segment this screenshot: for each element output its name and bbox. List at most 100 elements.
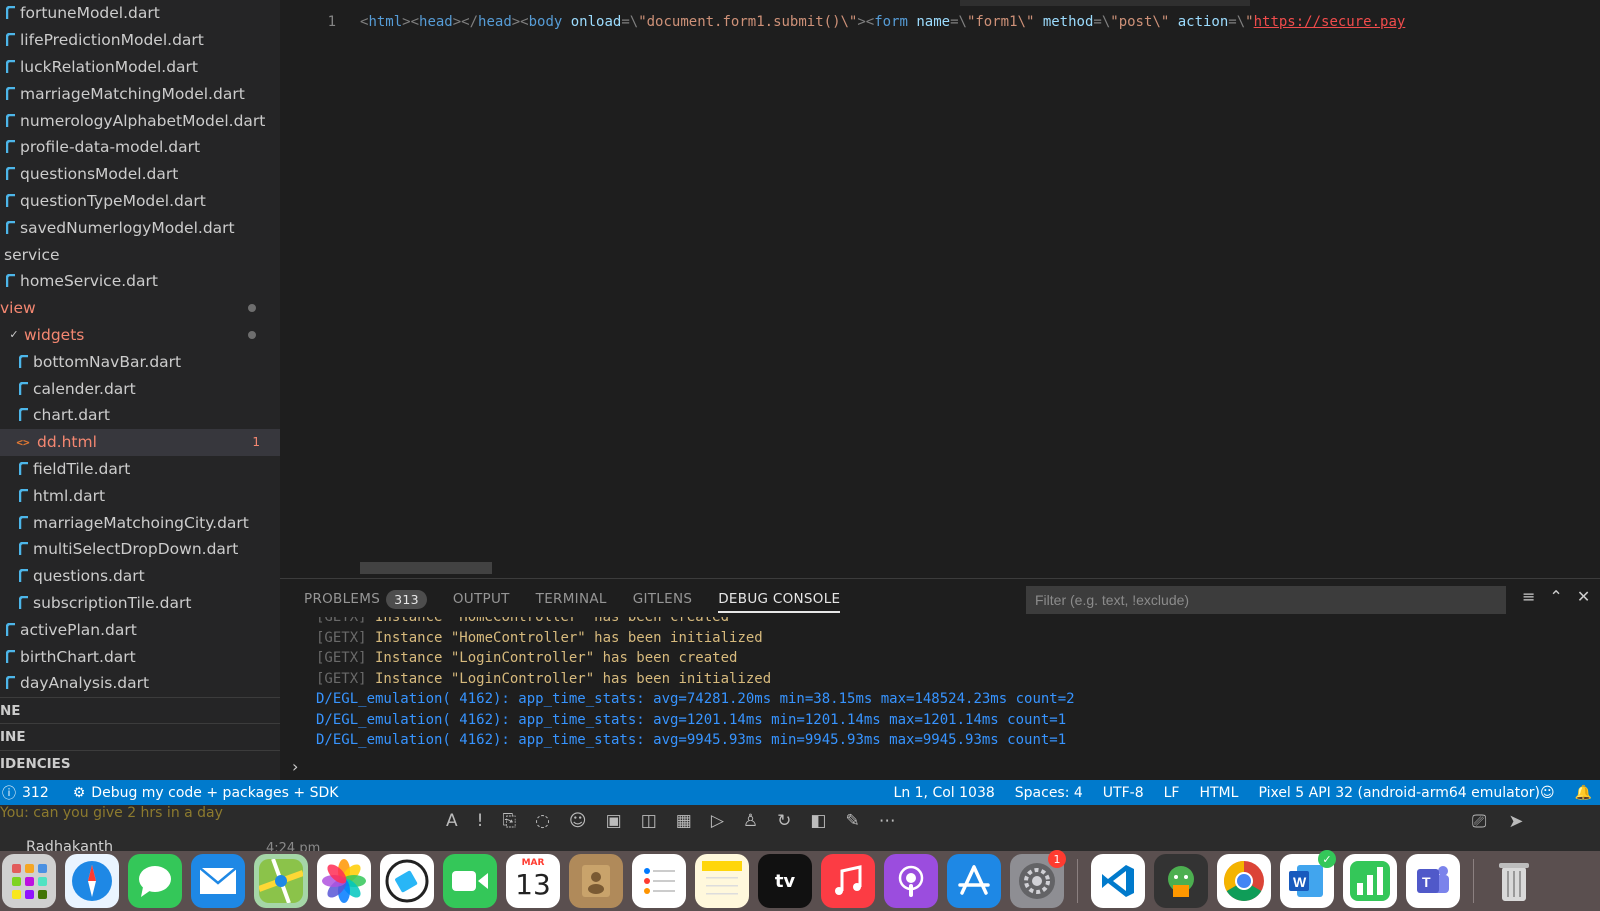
photos-icon[interactable]: [317, 854, 371, 908]
tree-item-marriagematchingmodel-dart[interactable]: marriageMatchingModel.dart: [0, 80, 280, 107]
tree-item-questions-dart[interactable]: questions.dart: [0, 563, 280, 590]
tree-item-fortunemodel-dart[interactable]: fortuneModel.dart: [0, 0, 280, 27]
notes-app-icon[interactable]: [695, 854, 749, 908]
reminders-icon[interactable]: [632, 854, 686, 908]
horizontal-scrollbar[interactable]: [360, 562, 492, 574]
more-icon[interactable]: ⋯: [879, 811, 896, 831]
tree-item-birthchart-dart[interactable]: birthChart.dart: [0, 643, 280, 670]
language-mode[interactable]: HTML: [1199, 785, 1238, 801]
xcode-style-app-icon[interactable]: [380, 854, 434, 908]
chrome-icon[interactable]: [1217, 854, 1271, 908]
filter-input[interactable]: [1035, 592, 1497, 608]
editor-scroll-indicator[interactable]: [960, 0, 1250, 6]
encoding[interactable]: UTF-8: [1103, 785, 1144, 801]
app-store-icon[interactable]: [947, 854, 1001, 908]
tree-item-activeplan-dart[interactable]: activePlan.dart: [0, 616, 280, 643]
contacts-icon[interactable]: [569, 854, 623, 908]
praise-icon[interactable]: ♙: [743, 811, 758, 831]
tree-item-luckrelationmodel-dart[interactable]: luckRelationModel.dart: [0, 54, 280, 81]
tree-item-html-dart[interactable]: html.dart: [0, 482, 280, 509]
sticker-icon[interactable]: ◫: [641, 811, 657, 831]
mail-icon[interactable]: [191, 854, 245, 908]
important-icon[interactable]: !: [477, 811, 484, 831]
podcasts-icon[interactable]: [884, 854, 938, 908]
notes-icon[interactable]: ✎: [845, 811, 859, 831]
vscode-icon[interactable]: [1091, 854, 1145, 908]
tree-item-fieldtile-dart[interactable]: fieldTile.dart: [0, 456, 280, 483]
share-screen-icon[interactable]: ⎚: [1472, 811, 1486, 832]
tree-item-numerologyalphabetmodel-dart[interactable]: numerologyAlphabetModel.dart: [0, 107, 280, 134]
numbers-icon[interactable]: [1343, 854, 1397, 908]
apple-tv-icon[interactable]: tv: [758, 854, 812, 908]
tree-item-chart-dart[interactable]: chart.dart: [0, 402, 280, 429]
tree-item-marriagematchoingcity-dart[interactable]: marriageMatchoingCity.dart: [0, 509, 280, 536]
refresh-icon[interactable]: ↻: [777, 811, 791, 831]
tree-item-lifepredictionmodel-dart[interactable]: lifePredictionModel.dart: [0, 27, 280, 54]
facetime-icon[interactable]: [443, 854, 497, 908]
android-studio-icon[interactable]: [1154, 854, 1208, 908]
tree-item-dayanalysis-dart[interactable]: dayAnalysis.dart: [0, 670, 280, 697]
dock-separator: [1473, 859, 1474, 903]
calendar-icon[interactable]: MAR 13: [506, 854, 560, 908]
launchpad-icon[interactable]: [2, 854, 56, 908]
safari-icon[interactable]: [65, 854, 119, 908]
apps-icon[interactable]: ◧: [810, 811, 826, 831]
sidebar-section-header[interactable]: IDENCIES: [0, 749, 280, 777]
music-icon[interactable]: [821, 854, 875, 908]
tree-item-calender-dart[interactable]: calender.dart: [0, 375, 280, 402]
tree-item-bottomnavbar-dart[interactable]: bottomNavBar.dart: [0, 348, 280, 375]
tree-item-questiontypemodel-dart[interactable]: questionTypeModel.dart: [0, 188, 280, 215]
tree-item-dd-html[interactable]: <> dd.html 1: [0, 428, 280, 456]
close-panel-icon[interactable]: ✕: [1577, 587, 1590, 606]
line-ending[interactable]: LF: [1164, 785, 1180, 801]
tree-item-questionsmodel-dart[interactable]: questionsModel.dart: [0, 161, 280, 188]
tab-terminal[interactable]: TERMINAL: [536, 579, 607, 619]
tree-item-widgets[interactable]: ✓ widgets: [0, 322, 280, 349]
schedule-meeting-icon[interactable]: ▦: [676, 811, 692, 831]
debug-status[interactable]: ⚙ Debug my code + packages + SDK: [73, 785, 339, 801]
tab-debug-console[interactable]: DEBUG CONSOLE: [718, 579, 841, 619]
code-token: ><: [857, 14, 875, 30]
maximize-panel-icon[interactable]: ⌃: [1549, 587, 1562, 606]
chat-message-preview: You: can you give 2 hrs in a day: [0, 805, 223, 821]
gif-icon[interactable]: ▣: [606, 811, 622, 831]
background-chat-window: You: can you give 2 hrs in a day Radhaka…: [0, 805, 1600, 856]
sidebar-section-header[interactable]: NE: [0, 696, 280, 724]
sidebar-section-header[interactable]: INE: [0, 723, 280, 750]
stream-icon[interactable]: ▷: [711, 811, 724, 831]
teams-icon[interactable]: T: [1406, 854, 1460, 908]
send-icon[interactable]: ➤: [1508, 811, 1523, 832]
panel-tabs: PROBLEMS 313 OUTPUT TERMINAL GITLENS DEBUG CO…: [304, 579, 841, 619]
console-prompt-icon[interactable]: ›: [292, 757, 298, 776]
format-icon[interactable]: A: [446, 811, 458, 831]
tree-item-subscriptiontile-dart[interactable]: subscriptionTile.dart: [0, 590, 280, 617]
emoji-icon[interactable]: ☺: [569, 811, 587, 831]
tree-item-savednumerlogymodel-dart[interactable]: savedNumerlogyModel.dart: [0, 214, 280, 241]
tab-output[interactable]: OUTPUT: [453, 579, 510, 619]
cursor-position[interactable]: Ln 1, Col 1038: [894, 785, 995, 801]
tab-gitlens[interactable]: GITLENS: [633, 579, 693, 619]
tree-item-profile-data-model-dart[interactable]: profile-data-model.dart: [0, 134, 280, 161]
tree-item-homeservice-dart[interactable]: homeService.dart: [0, 268, 280, 295]
tree-item-service[interactable]: service: [0, 241, 280, 268]
system-settings-icon[interactable]: 1: [1010, 850, 1066, 908]
word-wrap-icon[interactable]: ≡: [1522, 587, 1535, 606]
tree-item-label: fieldTile.dart: [33, 459, 131, 478]
device-selector[interactable]: Pixel 5 API 32 (android-arm64 emulator): [1258, 785, 1540, 801]
loop-icon[interactable]: ◌: [535, 811, 550, 831]
messages-icon[interactable]: [128, 854, 182, 908]
code-editor[interactable]: 1 <html><head></head><body onload=\"docu…: [280, 0, 1600, 578]
feedback-icon[interactable]: ☺: [1540, 785, 1555, 801]
tree-item-view[interactable]: view: [0, 295, 280, 322]
trash-icon[interactable]: [1487, 854, 1541, 908]
notifications-icon[interactable]: 🔔: [1575, 785, 1592, 801]
console-filter[interactable]: [1026, 586, 1506, 614]
word-icon[interactable]: W ✓: [1280, 850, 1336, 908]
maps-icon[interactable]: [254, 854, 308, 908]
indentation[interactable]: Spaces: 4: [1015, 785, 1083, 801]
problems-status[interactable]: ⓘ 312: [0, 783, 49, 803]
tree-item-multiselectdropdown-dart[interactable]: multiSelectDropDown.dart: [0, 536, 280, 563]
attach-icon[interactable]: ⎘: [502, 811, 516, 831]
code-line[interactable]: <html><head></head><body onload=\"docume…: [360, 14, 1600, 30]
tab-problems[interactable]: PROBLEMS 313: [304, 579, 427, 619]
